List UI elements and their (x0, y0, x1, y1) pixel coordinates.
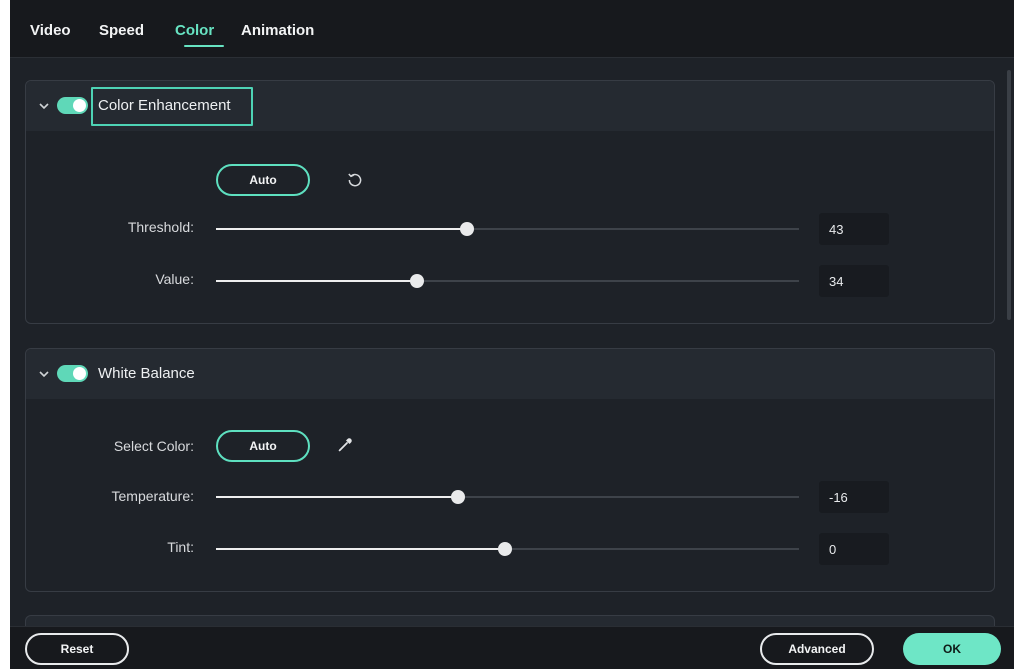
white-balance-auto-button[interactable]: Auto (216, 430, 310, 462)
color-enhancement-section: Color Enhancement Auto Threshold: 43 Val… (25, 80, 995, 324)
tint-slider[interactable] (216, 542, 799, 556)
value-value-input[interactable]: 34 (819, 265, 889, 297)
tint-slider-fill (216, 548, 505, 550)
active-tab-indicator (184, 45, 224, 47)
white-balance-section: White Balance Select Color: Auto Tempera… (25, 348, 995, 592)
tab-color[interactable]: Color (175, 22, 214, 39)
tint-value-input[interactable]: 0 (819, 533, 889, 565)
value-slider-fill (216, 280, 418, 282)
tint-label-col: Tint: (26, 539, 194, 559)
chevron-down-icon[interactable] (38, 368, 50, 380)
temperature-slider[interactable] (216, 490, 799, 504)
reset-icon[interactable] (346, 171, 364, 189)
temperature-label-col: Temperature: (26, 488, 194, 508)
color-settings-panel: Color Enhancement Auto Threshold: 43 Val… (10, 58, 1014, 635)
tab-speed[interactable]: Speed (99, 22, 144, 39)
chevron-down-icon[interactable] (38, 100, 50, 112)
tab-animation[interactable]: Animation (241, 22, 314, 39)
tab-bar: Video Speed Color Animation (10, 0, 1014, 58)
eyedropper-icon[interactable] (336, 436, 354, 454)
white-balance-toggle[interactable] (57, 365, 88, 382)
value-slider-thumb[interactable] (410, 274, 425, 288)
value-slider[interactable] (216, 274, 799, 288)
temperature-value-input[interactable]: -16 (819, 481, 889, 513)
threshold-slider-fill (216, 228, 467, 230)
reset-button[interactable]: Reset (25, 633, 129, 665)
white-balance-header[interactable]: White Balance (26, 349, 994, 399)
toggle-knob (73, 367, 86, 380)
scrollbar[interactable] (1007, 70, 1011, 320)
threshold-label: Threshold: (127, 219, 194, 235)
color-enhancement-title: Color Enhancement (98, 97, 231, 114)
tint-label: Tint: (167, 539, 194, 555)
color-enhancement-auto-button[interactable]: Auto (216, 164, 310, 196)
select-color-label: Select Color: (113, 438, 194, 454)
toggle-knob (73, 99, 86, 112)
tab-video[interactable]: Video (30, 22, 71, 39)
threshold-value-input[interactable]: 43 (819, 213, 889, 245)
color-enhancement-toggle[interactable] (57, 97, 88, 114)
threshold-slider[interactable] (216, 222, 799, 236)
threshold-slider-thumb[interactable] (459, 222, 474, 236)
select-color-label-col: Select Color: (26, 438, 194, 458)
color-enhancement-header[interactable]: Color Enhancement (26, 81, 994, 131)
ok-button[interactable]: OK (903, 633, 1001, 665)
white-balance-title: White Balance (98, 365, 195, 382)
temperature-label: Temperature: (111, 488, 194, 504)
advanced-button[interactable]: Advanced (760, 633, 874, 665)
footer-bar: Reset Advanced OK (10, 626, 1014, 669)
window-edge (0, 0, 10, 669)
tint-slider-thumb[interactable] (497, 542, 512, 556)
value-label: Value: (155, 271, 194, 287)
threshold-label-col: Threshold: (26, 219, 194, 239)
temperature-slider-fill (216, 496, 458, 498)
value-label-col: Value: (26, 271, 194, 291)
temperature-slider-thumb[interactable] (450, 490, 465, 504)
